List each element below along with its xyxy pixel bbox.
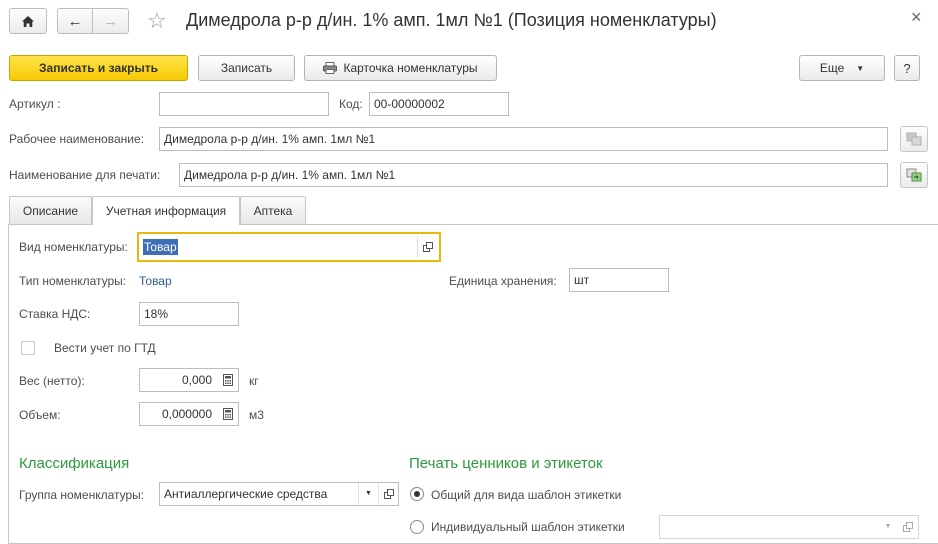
code-label: Код: xyxy=(339,97,363,111)
volume-input[interactable]: 0,000000 xyxy=(139,402,239,426)
item-group-label: Группа номенклатуры: xyxy=(19,488,145,502)
copy-icon xyxy=(906,132,922,146)
item-kind-label: Вид номенклатуры: xyxy=(19,240,128,254)
more-menu-button[interactable]: Еще ▼ xyxy=(799,55,885,81)
open-item-kind-button[interactable] xyxy=(417,236,437,258)
item-group-value: Антиаллергические средства xyxy=(164,487,328,501)
article-input[interactable] xyxy=(159,92,329,116)
home-button[interactable] xyxy=(9,8,47,34)
print-name-input[interactable]: Димедрола р-р д/ин. 1% амп. 1мл №1 xyxy=(179,163,888,187)
chevron-down-icon: ▼ xyxy=(856,63,865,73)
storage-unit-label: Единица хранения: xyxy=(449,274,557,288)
labels-print-heading: Печать ценников и этикеток xyxy=(409,455,603,472)
volume-label: Объем: xyxy=(19,408,61,422)
home-icon xyxy=(22,15,34,27)
item-kind-input[interactable]: Товар xyxy=(137,232,441,262)
common-template-label: Общий для вида шаблон этикетки xyxy=(431,488,622,502)
item-kind-selected-text: Товар xyxy=(143,239,178,255)
work-name-label: Рабочее наименование: xyxy=(9,132,144,146)
copy-name-button[interactable] xyxy=(900,126,928,152)
volume-unit-label: м3 xyxy=(249,408,264,422)
weight-unit-label: кг xyxy=(249,374,259,388)
open-window-icon xyxy=(383,489,394,499)
individual-template-input[interactable]: ▼ xyxy=(659,515,919,539)
open-window-icon xyxy=(903,522,913,532)
open-item-group-button[interactable] xyxy=(378,483,398,505)
item-group-input[interactable]: Антиаллергические средства ▼ xyxy=(159,482,399,506)
save-and-close-button[interactable]: Записать и закрыть xyxy=(9,55,188,81)
individual-template-dropdown-button[interactable]: ▼ xyxy=(878,516,898,538)
gtd-label: Вести учет по ГТД xyxy=(54,341,156,355)
forward-button[interactable]: → xyxy=(92,8,129,34)
window-title: Димедрола р-р д/ин. 1% амп. 1мл №1 (Пози… xyxy=(186,10,717,30)
work-name-input[interactable]: Димедрола р-р д/ин. 1% амп. 1мл №1 xyxy=(159,127,888,151)
calculator-icon[interactable] xyxy=(220,372,236,388)
item-group-dropdown-button[interactable]: ▼ xyxy=(358,483,378,505)
chevron-down-icon: ▼ xyxy=(884,523,892,530)
open-individual-template-button[interactable] xyxy=(898,516,918,538)
common-template-radio[interactable] xyxy=(410,487,424,501)
item-type-label: Тип номенклатуры: xyxy=(19,274,127,288)
item-card-label: Карточка номенклатуры xyxy=(343,61,478,75)
back-arrow-icon: ← xyxy=(67,12,83,30)
help-button[interactable]: ? xyxy=(894,55,920,81)
classification-heading: Классификация xyxy=(19,455,130,472)
volume-value: 0,000000 xyxy=(161,407,212,421)
vat-rate-label: Ставка НДС: xyxy=(19,307,91,321)
article-label: Артикул : xyxy=(9,97,61,111)
tab-pharmacy[interactable]: Аптека xyxy=(240,196,306,224)
forward-arrow-icon: → xyxy=(103,12,118,30)
print-name-label: Наименование для печати: xyxy=(9,168,161,182)
close-icon[interactable]: × xyxy=(911,7,922,28)
gtd-checkbox[interactable] xyxy=(21,341,35,355)
fill-print-name-button[interactable] xyxy=(900,162,928,188)
favorite-star-icon[interactable]: ☆ xyxy=(147,8,167,34)
save-button[interactable]: Записать xyxy=(198,55,295,81)
net-weight-value: 0,000 xyxy=(181,373,212,387)
item-card-button[interactable]: Карточка номенклатуры xyxy=(304,55,497,81)
code-input[interactable]: 00-00000002 xyxy=(369,92,509,116)
vat-rate-input[interactable]: 18% xyxy=(139,302,239,326)
printer-icon xyxy=(323,62,338,74)
chevron-down-icon: ▼ xyxy=(365,490,372,497)
fill-from-icon xyxy=(906,168,922,182)
back-button[interactable]: ← xyxy=(57,8,93,34)
tab-accounting-info[interactable]: Учетная информация xyxy=(92,196,240,225)
storage-unit-input[interactable]: шт xyxy=(569,268,669,292)
net-weight-label: Вес (нетто): xyxy=(19,374,85,388)
more-label: Еще xyxy=(819,61,845,75)
tab-description[interactable]: Описание xyxy=(9,196,92,224)
item-type-value: Товар xyxy=(139,274,172,288)
calculator-icon[interactable] xyxy=(220,406,236,422)
open-window-icon xyxy=(422,242,433,252)
net-weight-input[interactable]: 0,000 xyxy=(139,368,239,392)
